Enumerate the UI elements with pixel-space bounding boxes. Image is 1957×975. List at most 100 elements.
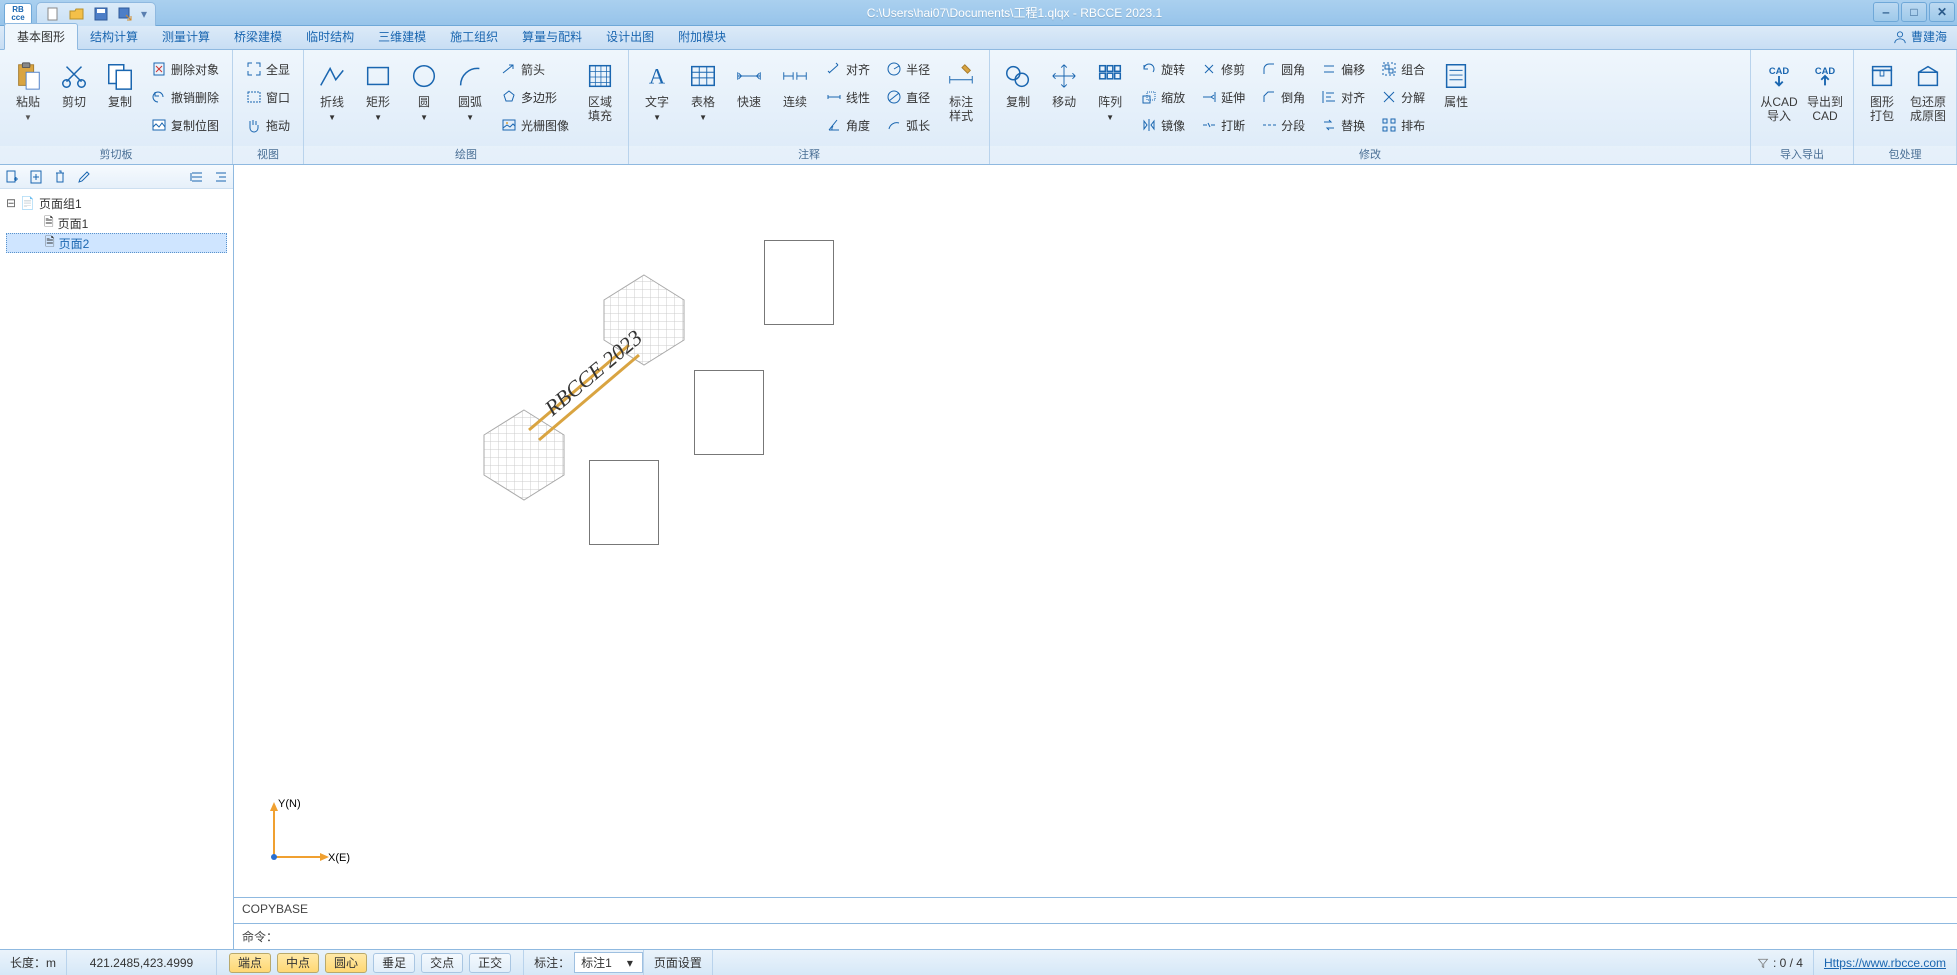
- group-button[interactable]: 组合: [1374, 56, 1432, 82]
- close-button[interactable]: ✕: [1929, 2, 1955, 22]
- replace-button[interactable]: 替换: [1314, 112, 1372, 138]
- explode-button[interactable]: 分解: [1374, 84, 1432, 110]
- align-button[interactable]: 对齐: [1314, 84, 1372, 110]
- import-cad-button[interactable]: CAD从CAD 导入: [1757, 54, 1801, 142]
- table-button[interactable]: 表格▼: [681, 54, 725, 142]
- restore-button[interactable]: 包还原 成原图: [1906, 54, 1950, 142]
- tab-survey-calc[interactable]: 测量计算: [150, 24, 222, 49]
- tab-temp-struct[interactable]: 临时结构: [294, 24, 366, 49]
- fullview-button[interactable]: 全显: [239, 56, 297, 82]
- array-button[interactable]: 阵列▼: [1088, 54, 1132, 142]
- cont-dim-button[interactable]: 连续: [773, 54, 817, 142]
- arrow-button[interactable]: 箭头: [494, 56, 576, 82]
- tab-design-draw[interactable]: 设计出图: [594, 24, 666, 49]
- angle-dim-button[interactable]: 角度: [819, 112, 877, 138]
- new-icon[interactable]: [45, 6, 61, 22]
- tree-page1[interactable]: 🗎页面1: [6, 213, 227, 233]
- arc-icon: [455, 61, 485, 91]
- snap-ortho[interactable]: 正交: [469, 953, 511, 973]
- qat-dropdown-icon[interactable]: ▾: [141, 7, 147, 21]
- polygon-button[interactable]: 多边形: [494, 84, 576, 110]
- trash-icon[interactable]: [52, 169, 68, 185]
- page-settings-button[interactable]: 页面设置: [644, 950, 713, 975]
- arclen-icon: [886, 117, 902, 133]
- minimize-button[interactable]: ‒: [1873, 2, 1899, 22]
- windowview-button[interactable]: 窗口: [239, 84, 297, 110]
- saveas-icon[interactable]: [117, 6, 133, 22]
- snap-center[interactable]: 圆心: [325, 953, 367, 973]
- tree-page2[interactable]: 🗎页面2: [6, 233, 227, 253]
- radius-dim-button[interactable]: 半径: [879, 56, 937, 82]
- copy-bitmap-button[interactable]: 复制位图: [144, 112, 226, 138]
- undo-delete-button[interactable]: 撤销删除: [144, 84, 226, 110]
- fillet-button[interactable]: 圆角: [1254, 56, 1312, 82]
- linear-dim-button[interactable]: 线性: [819, 84, 877, 110]
- dimstyle-icon: [946, 61, 976, 91]
- trim-button[interactable]: 修剪: [1194, 56, 1252, 82]
- maximize-button[interactable]: □: [1901, 2, 1927, 22]
- export-cad-button[interactable]: CAD导出到 CAD: [1803, 54, 1847, 142]
- indent-right-icon[interactable]: [213, 169, 229, 185]
- tab-quantity[interactable]: 算量与配料: [510, 24, 594, 49]
- raster-button[interactable]: 光栅图像: [494, 112, 576, 138]
- tab-addons[interactable]: 附加模块: [666, 24, 738, 49]
- website-link[interactable]: Https://www.rbcce.com: [1824, 956, 1946, 970]
- edit-icon[interactable]: [76, 169, 92, 185]
- circle-button[interactable]: 圆▼: [402, 54, 446, 142]
- snap-intersect[interactable]: 交点: [421, 953, 463, 973]
- copy-button[interactable]: 复制: [98, 54, 142, 142]
- tree-root[interactable]: ⊟📄页面组1: [6, 193, 227, 213]
- extend-icon: [1201, 89, 1217, 105]
- add-page-icon[interactable]: [4, 169, 20, 185]
- page-tree[interactable]: ⊟📄页面组1 🗎页面1 🗎页面2: [0, 189, 233, 949]
- chamfer-button[interactable]: 倒角: [1254, 84, 1312, 110]
- group-label-annotation: 注释: [629, 146, 989, 164]
- arc-button[interactable]: 圆弧▼: [448, 54, 492, 142]
- dia-dim-button[interactable]: 直径: [879, 84, 937, 110]
- user-menu[interactable]: 曹建海: [1883, 24, 1957, 49]
- align-dim-button[interactable]: 对齐: [819, 56, 877, 82]
- scale-button[interactable]: 缩放: [1134, 84, 1192, 110]
- sort-button[interactable]: 排布: [1374, 112, 1432, 138]
- snap-midpoint[interactable]: 中点: [277, 953, 319, 973]
- polyline-button[interactable]: 折线▼: [310, 54, 354, 142]
- cut-button[interactable]: 剪切: [52, 54, 96, 142]
- pan-button[interactable]: 拖动: [239, 112, 297, 138]
- tab-bridge-model[interactable]: 桥梁建模: [222, 24, 294, 49]
- svg-text:CAD: CAD: [1815, 66, 1836, 76]
- save-icon[interactable]: [93, 6, 109, 22]
- tab-structure-calc[interactable]: 结构计算: [78, 24, 150, 49]
- arclen-dim-button[interactable]: 弧长: [879, 112, 937, 138]
- delete-obj-button[interactable]: 删除对象: [144, 56, 226, 82]
- dimstyle-selector[interactable]: 标注： 标注1▾: [524, 950, 644, 975]
- rect-button[interactable]: 矩形▼: [356, 54, 400, 142]
- drawn-rect: [589, 460, 659, 545]
- move-button[interactable]: 移动: [1042, 54, 1086, 142]
- extend-button[interactable]: 延伸: [1194, 84, 1252, 110]
- tab-construction[interactable]: 施工组织: [438, 24, 510, 49]
- break-button[interactable]: 打断: [1194, 112, 1252, 138]
- props-button[interactable]: 属性: [1434, 54, 1478, 142]
- segment-button[interactable]: 分段: [1254, 112, 1312, 138]
- snap-endpoint[interactable]: 端点: [229, 953, 271, 973]
- folder-icon: 📄: [20, 196, 35, 210]
- copy2-button[interactable]: 复制: [996, 54, 1040, 142]
- rotate-button[interactable]: 旋转: [1134, 56, 1192, 82]
- offset-button[interactable]: 偏移: [1314, 56, 1372, 82]
- mirror-button[interactable]: 镜像: [1134, 112, 1192, 138]
- text-button[interactable]: A文字▼: [635, 54, 679, 142]
- drawing-canvas[interactable]: RBCCE 2023 Y(N) X(E): [234, 165, 1957, 897]
- app-logo[interactable]: RBcce: [4, 3, 32, 25]
- pack-button[interactable]: 图形 打包: [1860, 54, 1904, 142]
- dimstyle-button[interactable]: 标注 样式: [939, 54, 983, 142]
- fill-button[interactable]: 区域 填充: [578, 54, 622, 142]
- add-icon[interactable]: [28, 169, 44, 185]
- tab-3d-model[interactable]: 三维建模: [366, 24, 438, 49]
- command-line[interactable]: 命令：: [234, 923, 1957, 949]
- paste-button[interactable]: 粘贴▼: [6, 54, 50, 142]
- tab-basic-shapes[interactable]: 基本图形: [4, 23, 78, 50]
- snap-perp[interactable]: 垂足: [373, 953, 415, 973]
- quick-dim-button[interactable]: 快速: [727, 54, 771, 142]
- open-icon[interactable]: [69, 6, 85, 22]
- indent-left-icon[interactable]: [189, 169, 205, 185]
